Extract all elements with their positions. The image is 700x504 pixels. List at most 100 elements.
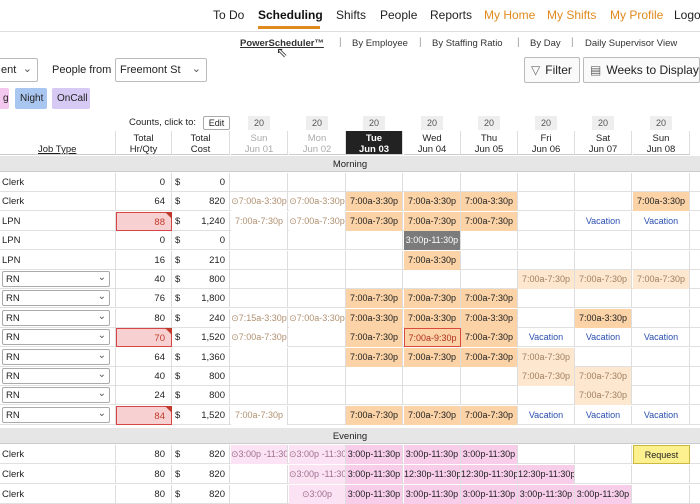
nav-my-profile[interactable]: My Profile	[610, 8, 663, 22]
filter-button[interactable]: ▽ Filter	[524, 57, 580, 83]
empty-shift-cell[interactable]	[289, 328, 346, 348]
total-hr-cell[interactable]: 0	[116, 173, 172, 192]
subnav-by-day[interactable]: By Day	[530, 38, 561, 49]
shift-cell[interactable]: ⊙3:00p	[289, 485, 346, 504]
subnav-by-staffing-ratio[interactable]: By Staffing Ratio	[432, 38, 503, 49]
total-hr-cell[interactable]: 80	[116, 308, 172, 328]
total-hr-cell[interactable]: 84	[116, 405, 172, 425]
empty-shift-cell[interactable]	[633, 347, 690, 367]
shift-cell[interactable]: 3:00p-11:30p	[461, 445, 518, 464]
empty-shift-cell[interactable]	[231, 386, 288, 406]
count-cell[interactable]: 20	[535, 116, 557, 130]
empty-shift-cell[interactable]	[404, 386, 461, 406]
empty-shift-cell[interactable]	[289, 231, 346, 251]
nav-logout[interactable]: Logo	[674, 8, 700, 22]
department-select[interactable]: ent ⌄	[0, 58, 38, 82]
job-type-select[interactable]: RN ⌄	[2, 329, 110, 346]
shift-cell[interactable]: 7:00a-7:30p	[461, 347, 518, 367]
empty-shift-cell[interactable]	[633, 289, 690, 309]
day-header[interactable]: Fri Jun 06	[518, 131, 575, 155]
shift-cell[interactable]: 7:00a-7:30p	[518, 270, 575, 289]
shift-cell[interactable]: 12:30p-11:30p	[461, 465, 518, 484]
count-cell[interactable]: 20	[363, 116, 385, 130]
shift-type-pill[interactable]: g	[0, 88, 9, 109]
nav-reports[interactable]: Reports	[430, 8, 472, 22]
job-type-select[interactable]: RN ⌄	[2, 309, 110, 326]
empty-shift-cell[interactable]	[404, 270, 461, 289]
shift-cell[interactable]: 7:00a-3:30p	[575, 308, 632, 328]
shift-cell[interactable]: Vacation	[575, 328, 632, 348]
shift-cell[interactable]: 3:00p-11:30p	[404, 445, 461, 464]
empty-shift-cell[interactable]	[231, 465, 288, 484]
shift-cell[interactable]: 7:00a-7:30p	[404, 289, 461, 309]
empty-shift-cell[interactable]	[575, 445, 632, 464]
empty-shift-cell[interactable]	[231, 173, 288, 192]
day-header[interactable]: Wed Jun 04	[404, 131, 461, 155]
empty-shift-cell[interactable]	[575, 173, 632, 192]
job-type-select[interactable]: RN ⌄	[2, 290, 110, 307]
empty-shift-cell[interactable]	[346, 367, 403, 386]
shift-cell[interactable]: 7:00a-3:30p	[404, 192, 461, 212]
nav-my-shifts[interactable]: My Shifts	[547, 8, 596, 22]
shift-cell[interactable]: 7:00a-7:30p	[575, 386, 632, 406]
total-hr-cell[interactable]: 24	[116, 386, 172, 406]
empty-shift-cell[interactable]	[289, 173, 346, 192]
empty-shift-cell[interactable]	[461, 250, 518, 270]
empty-shift-cell[interactable]	[346, 231, 403, 251]
job-type-select[interactable]: RN ⌄	[2, 368, 110, 384]
count-cell[interactable]: 20	[592, 116, 614, 130]
empty-shift-cell[interactable]	[518, 173, 575, 192]
shift-cell[interactable]: 7:00a-7:30p	[461, 211, 518, 231]
shift-cell[interactable]: ⊙7:00a-7:30p	[289, 211, 346, 231]
shift-cell[interactable]: 7:00a-3:30p	[404, 250, 461, 270]
empty-shift-cell[interactable]	[575, 347, 632, 367]
day-header[interactable]: Sun Jun 01	[231, 131, 288, 155]
shift-cell[interactable]: 7:00a-3:30p	[346, 308, 403, 328]
shift-cell[interactable]: 7:00a-3:30p	[633, 192, 690, 212]
shift-cell[interactable]: 3:00p-11:30p	[346, 465, 403, 484]
shift-cell[interactable]: Vacation	[518, 328, 575, 348]
total-hr-cell[interactable]: 64	[116, 347, 172, 367]
total-hr-cell[interactable]: 80	[116, 465, 172, 484]
shift-cell[interactable]: ⊙3:00p -11:30p	[289, 465, 346, 484]
shift-cell[interactable]: ⊙3:00p -11:30p	[231, 445, 288, 464]
empty-shift-cell[interactable]	[633, 231, 690, 251]
shift-cell[interactable]: Vacation	[633, 328, 690, 348]
shift-cell[interactable]: 7:00a-7:30p	[404, 211, 461, 231]
shift-cell[interactable]: ⊙7:15a-3:30p	[231, 308, 288, 328]
weeks-to-display-button[interactable]: ▤ Weeks to Display	[583, 57, 700, 83]
shift-cell[interactable]: ⊙7:00a-3:30p	[289, 308, 346, 328]
shift-cell[interactable]: Vacation	[633, 211, 690, 231]
empty-shift-cell[interactable]	[518, 289, 575, 309]
empty-shift-cell[interactable]	[461, 270, 518, 289]
subnav-daily-supervisor-view[interactable]: Daily Supervisor View	[585, 38, 677, 49]
day-header[interactable]: Tue Jun 03	[346, 131, 403, 155]
job-type-select[interactable]: RN ⌄	[2, 387, 110, 404]
empty-shift-cell[interactable]	[289, 289, 346, 309]
shift-cell[interactable]: 7:00a-7:30p	[404, 347, 461, 367]
empty-shift-cell[interactable]	[461, 173, 518, 192]
empty-shift-cell[interactable]	[231, 367, 288, 386]
empty-shift-cell[interactable]	[231, 270, 288, 289]
shift-cell[interactable]: ⊙7:00a-3:30p	[231, 192, 288, 212]
empty-shift-cell[interactable]	[346, 250, 403, 270]
shift-cell[interactable]: 12:30p-11:30p	[404, 465, 461, 484]
shift-cell[interactable]: ⊙3:00p -11:30p	[289, 445, 346, 464]
shift-cell[interactable]: 3:00p-11:30p	[404, 485, 461, 504]
empty-shift-cell[interactable]	[346, 173, 403, 192]
empty-shift-cell[interactable]	[575, 289, 632, 309]
shift-cell[interactable]: 7:00a-7:30p	[518, 347, 575, 367]
nav-my-home[interactable]: My Home	[484, 8, 535, 22]
subnav-by-employee[interactable]: By Employee	[352, 38, 408, 49]
shift-cell[interactable]: 7:00a-7:30p	[346, 405, 403, 425]
empty-shift-cell[interactable]	[633, 485, 690, 504]
nav-scheduling[interactable]: Scheduling	[258, 8, 323, 22]
shift-cell[interactable]: ⊙7:00a-3:30p	[289, 192, 346, 212]
shift-cell[interactable]: 7:00a-7:30p	[461, 289, 518, 309]
shift-cell[interactable]: 3:00p-11:30p	[575, 485, 632, 504]
empty-shift-cell[interactable]	[289, 347, 346, 367]
count-cell[interactable]: 20	[306, 116, 328, 130]
empty-shift-cell[interactable]	[289, 367, 346, 386]
location-select[interactable]: Freemont St ⌄	[115, 58, 207, 82]
shift-cell[interactable]: 7:00a-9:30p	[404, 328, 461, 348]
